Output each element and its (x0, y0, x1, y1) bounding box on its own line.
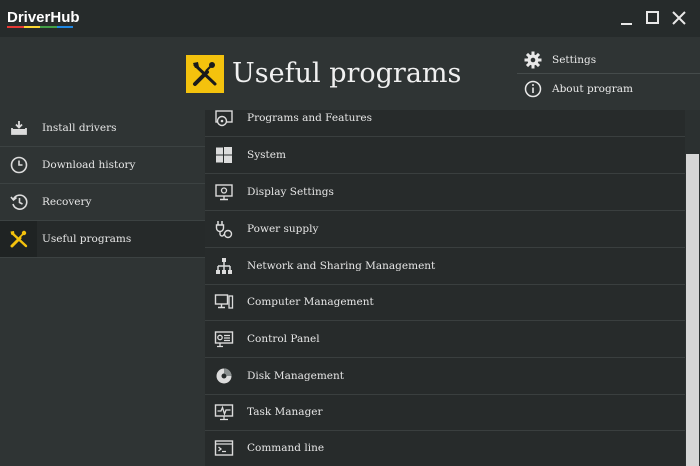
network-icon (213, 255, 235, 277)
settings-label: Settings (552, 53, 597, 66)
list-item-label: Command line (247, 442, 325, 454)
logo-bar-blue (56, 26, 73, 28)
sidebar-item-label: Recovery (42, 196, 92, 208)
info-icon (522, 78, 544, 100)
list-item-label: System (247, 149, 286, 161)
list-item-computer-management[interactable]: Computer Management (205, 284, 685, 321)
disk-icon (213, 365, 235, 387)
gear-icon (522, 49, 544, 71)
list-item-label: Network and Sharing Management (247, 260, 436, 272)
tools-icon (193, 62, 217, 86)
power-plug-icon (213, 218, 235, 240)
list-item-system[interactable]: System (205, 137, 685, 174)
list-item-label: Display Settings (247, 186, 334, 198)
command-line-icon (213, 437, 235, 459)
list-item-label: Disk Management (247, 370, 344, 382)
header-tools-icon (186, 55, 224, 93)
programs-list: Programs and Features System Display Set… (205, 110, 685, 466)
minimize-icon (621, 23, 632, 25)
list-item-label: Programs and Features (247, 112, 372, 124)
scrollbar-thumb[interactable] (686, 154, 699, 466)
about-menu-item[interactable]: About program (517, 74, 700, 103)
clock-icon (0, 147, 37, 183)
sidebar-item-label: Install drivers (42, 122, 117, 134)
computer-icon (213, 291, 235, 313)
minimize-button[interactable] (617, 8, 637, 28)
sidebar-item-label: Useful programs (42, 233, 132, 245)
programs-features-icon (213, 110, 235, 129)
list-item-task-manager[interactable]: Task Manager (205, 394, 685, 431)
sidebar-item-recovery[interactable]: Recovery (0, 184, 205, 221)
sidebar-item-install-drivers[interactable]: Install drivers (0, 110, 205, 147)
logo-bar-red (7, 26, 24, 28)
logo-bar-green (40, 26, 57, 28)
list-item-command-line[interactable]: Command line (205, 430, 685, 466)
maximize-icon (646, 11, 659, 24)
list-item-power-supply[interactable]: Power supply (205, 211, 685, 248)
sidebar: Install drivers Download history Recover… (0, 110, 205, 466)
list-item-programs-and-features[interactable]: Programs and Features (205, 110, 685, 137)
title-bar: DriverHub (0, 0, 700, 37)
about-label: About program (552, 82, 633, 95)
sidebar-item-useful-programs[interactable]: Useful programs (0, 221, 205, 258)
install-tray-icon (0, 110, 37, 146)
sidebar-item-label: Download history (42, 159, 136, 171)
list-item-display-settings[interactable]: Display Settings (205, 174, 685, 211)
list-item-label: Computer Management (247, 296, 374, 308)
list-item-network-and-sharing[interactable]: Network and Sharing Management (205, 248, 685, 285)
list-item-label: Power supply (247, 223, 319, 235)
tools-icon (0, 221, 37, 257)
logo-bar-yellow (23, 26, 40, 28)
maximize-button[interactable] (643, 8, 663, 28)
list-item-label: Task Manager (247, 406, 323, 418)
display-icon (213, 181, 235, 203)
task-manager-icon (213, 401, 235, 423)
logo-color-bar (7, 26, 73, 28)
list-item-disk-management[interactable]: Disk Management (205, 358, 685, 395)
close-button[interactable] (669, 8, 689, 28)
list-item-label: Control Panel (247, 333, 320, 345)
page-title: Useful programs (232, 58, 462, 89)
sidebar-item-download-history[interactable]: Download history (0, 147, 205, 184)
control-panel-icon (213, 328, 235, 350)
windows-icon (213, 144, 235, 166)
history-icon (0, 184, 37, 220)
app-logo: DriverHub (7, 9, 80, 26)
list-item-control-panel[interactable]: Control Panel (205, 321, 685, 358)
close-icon (672, 11, 686, 25)
settings-menu-item[interactable]: Settings (517, 45, 700, 74)
